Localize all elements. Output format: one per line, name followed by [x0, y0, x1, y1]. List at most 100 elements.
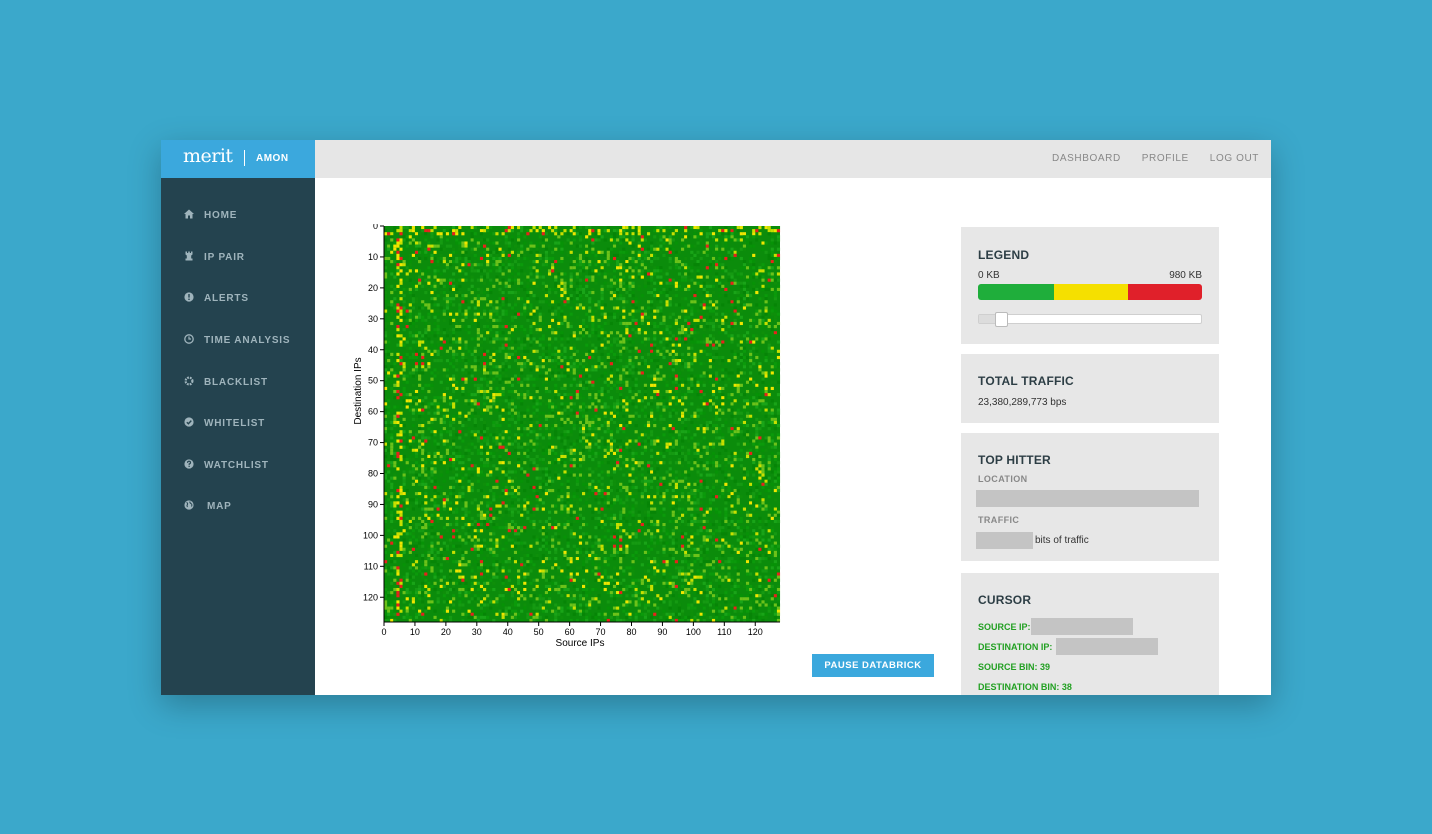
heatmap-cell[interactable]	[427, 411, 431, 415]
heatmap-cell[interactable]	[421, 458, 425, 462]
heatmap-cell[interactable]	[411, 284, 415, 288]
heatmap-cell[interactable]	[498, 399, 502, 403]
heatmap-cell[interactable]	[569, 284, 573, 288]
heatmap-cell[interactable]	[486, 247, 490, 251]
heatmap-cell[interactable]	[594, 485, 598, 490]
heatmap-cell[interactable]	[430, 470, 434, 474]
heatmap-cell[interactable]	[504, 368, 508, 372]
heatmap-cell[interactable]	[609, 278, 613, 282]
heatmap-cell[interactable]	[507, 402, 511, 406]
heatmap-cell[interactable]	[436, 482, 440, 486]
heatmap-cell[interactable]	[402, 315, 406, 319]
heatmap-cell[interactable]	[544, 352, 549, 356]
heatmap-cell[interactable]	[421, 368, 425, 372]
heatmap-cell[interactable]	[603, 260, 607, 264]
heatmap-cell[interactable]	[544, 473, 549, 477]
heatmap-cell[interactable]	[476, 315, 480, 319]
heatmap-cell[interactable]	[764, 306, 768, 310]
heatmap-cell[interactable]	[724, 315, 728, 319]
heatmap-cell[interactable]	[631, 328, 635, 332]
heatmap-cell[interactable]	[427, 315, 431, 319]
heatmap-cell[interactable]	[730, 250, 734, 254]
heatmap-cell[interactable]	[739, 393, 743, 397]
heatmap-cell[interactable]	[442, 278, 446, 282]
heatmap-cell[interactable]	[755, 352, 759, 356]
heatmap-cell[interactable]	[473, 359, 477, 363]
heatmap-cell[interactable]	[656, 365, 660, 369]
heatmap-cell[interactable]	[745, 479, 750, 483]
heatmap-cell[interactable]	[711, 458, 716, 462]
heatmap-cell[interactable]	[390, 464, 394, 468]
heatmap-cell[interactable]	[470, 467, 474, 471]
heatmap-cell[interactable]	[705, 371, 709, 375]
heatmap-cell[interactable]	[535, 272, 539, 276]
heatmap-cell[interactable]	[439, 241, 443, 245]
heatmap-cell[interactable]	[600, 269, 604, 273]
heatmap-cell[interactable]	[448, 229, 453, 233]
heatmap-cell[interactable]	[711, 325, 716, 329]
heatmap-cell[interactable]	[739, 340, 743, 344]
heatmap-cell[interactable]	[557, 284, 561, 288]
heatmap-cell[interactable]	[585, 405, 589, 409]
heatmap-cell[interactable]	[677, 448, 682, 452]
heatmap-cell[interactable]	[479, 417, 484, 421]
heatmap-cell[interactable]	[674, 399, 678, 403]
heatmap-cell[interactable]	[767, 424, 771, 428]
heatmap-cell[interactable]	[492, 359, 496, 363]
heatmap-cell[interactable]	[495, 448, 499, 452]
heatmap-cell[interactable]	[588, 467, 592, 471]
heatmap-cell[interactable]	[773, 331, 777, 335]
heatmap-cell[interactable]	[498, 290, 502, 295]
heatmap-cell[interactable]	[718, 229, 722, 233]
heatmap-cell[interactable]	[770, 464, 774, 468]
heatmap-cell[interactable]	[473, 420, 477, 425]
heatmap-cell[interactable]	[755, 309, 759, 313]
heatmap-cell[interactable]	[575, 414, 579, 418]
heatmap-cell[interactable]	[544, 232, 549, 236]
heatmap-cell[interactable]	[396, 328, 400, 332]
heatmap-cell[interactable]	[693, 458, 697, 462]
heatmap-cell[interactable]	[430, 386, 434, 391]
heatmap-cell[interactable]	[563, 303, 567, 307]
heatmap-cell[interactable]	[761, 467, 765, 471]
heatmap-cell[interactable]	[742, 284, 747, 288]
heatmap-cell[interactable]	[724, 368, 728, 372]
heatmap-cell[interactable]	[705, 281, 709, 285]
heatmap-cell[interactable]	[492, 284, 496, 288]
heatmap-cell[interactable]	[585, 325, 589, 329]
heatmap-cell[interactable]	[473, 297, 477, 301]
heatmap-cell[interactable]	[461, 278, 465, 282]
heatmap-cell[interactable]	[696, 331, 700, 335]
heatmap-cell[interactable]	[421, 448, 425, 452]
heatmap-cell[interactable]	[498, 349, 502, 353]
heatmap-cell[interactable]	[733, 352, 737, 356]
heatmap-cell[interactable]	[566, 232, 570, 236]
heatmap-cell[interactable]	[578, 306, 583, 310]
heatmap-cell[interactable]	[439, 256, 443, 261]
heatmap-cell[interactable]	[606, 281, 610, 285]
heatmap-cell[interactable]	[560, 420, 564, 425]
heatmap-cell[interactable]	[650, 272, 654, 276]
heatmap-cell[interactable]	[532, 461, 536, 465]
heatmap-cell[interactable]	[715, 377, 719, 381]
heatmap-cell[interactable]	[464, 451, 468, 455]
heatmap-cell[interactable]	[721, 433, 725, 437]
heatmap-cell[interactable]	[631, 235, 635, 239]
heatmap-cell[interactable]	[520, 340, 524, 344]
heatmap-cell[interactable]	[563, 300, 567, 304]
heatmap-cell[interactable]	[643, 235, 648, 239]
heatmap-cell[interactable]	[396, 451, 400, 455]
heatmap-cell[interactable]	[427, 325, 431, 329]
heatmap-cell[interactable]	[612, 275, 617, 279]
heatmap-cell[interactable]	[730, 303, 734, 307]
heatmap-cell[interactable]	[727, 250, 731, 254]
heatmap-cell[interactable]	[547, 448, 552, 452]
heatmap-cell[interactable]	[588, 405, 592, 409]
heatmap-cell[interactable]	[479, 393, 484, 397]
heatmap-cell[interactable]	[650, 284, 654, 288]
heatmap-cell[interactable]	[745, 241, 750, 245]
heatmap-cell[interactable]	[578, 328, 583, 332]
heatmap-cell[interactable]	[662, 448, 666, 452]
heatmap-cell[interactable]	[628, 374, 632, 378]
heatmap-cell[interactable]	[529, 260, 533, 264]
